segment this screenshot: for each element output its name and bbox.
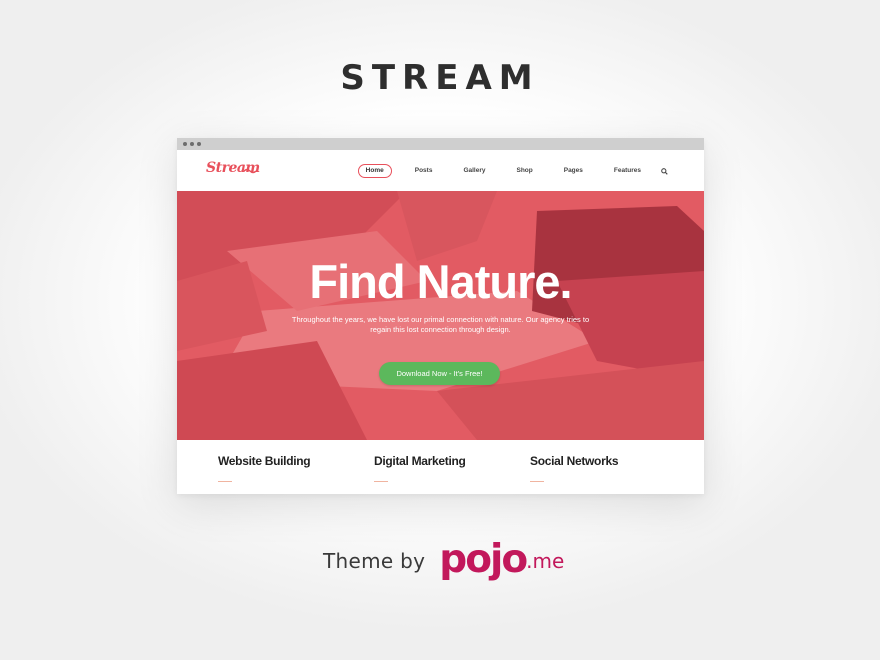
browser-mockup: Stream Home Posts Gallery Shop Pages Fea… bbox=[177, 138, 704, 494]
nav-home[interactable]: Home bbox=[357, 164, 392, 178]
search-icon[interactable] bbox=[661, 167, 668, 175]
hero-description: Throughout the years, we have lost our p… bbox=[291, 315, 590, 334]
credit-text: Theme by bbox=[323, 549, 426, 573]
divider bbox=[530, 481, 544, 482]
nav-shop[interactable]: Shop bbox=[508, 164, 540, 178]
divider bbox=[374, 481, 388, 482]
main-menu: Home Posts Gallery Shop Pages Features bbox=[343, 164, 668, 178]
nav-pages[interactable]: Pages bbox=[556, 164, 591, 178]
pojo-logo-suffix[interactable]: .me bbox=[526, 549, 564, 573]
browser-toolbar bbox=[177, 138, 704, 150]
page-title: STREAM bbox=[340, 58, 540, 98]
window-dot-icon bbox=[190, 142, 194, 146]
feature-title: Social Networks bbox=[530, 454, 619, 468]
site-header: Stream Home Posts Gallery Shop Pages Fea… bbox=[177, 150, 704, 191]
logo-swash-icon bbox=[244, 168, 256, 174]
hero-title: Find Nature. bbox=[309, 255, 572, 308]
feature-title: Digital Marketing bbox=[374, 454, 466, 468]
pojo-logo[interactable]: pojo bbox=[439, 537, 528, 582]
features-section: Website Building Digital Marketing Socia… bbox=[177, 440, 704, 494]
feature-item: Digital Marketing bbox=[374, 454, 466, 482]
divider bbox=[218, 481, 232, 482]
hero-section: Find Nature. Throughout the years, we ha… bbox=[177, 191, 704, 440]
feature-title: Website Building bbox=[218, 454, 311, 468]
feature-item: Website Building bbox=[218, 454, 311, 482]
window-dot-icon bbox=[197, 142, 201, 146]
window-dot-icon bbox=[183, 142, 187, 146]
nav-posts[interactable]: Posts bbox=[407, 164, 441, 178]
download-button[interactable]: Download Now - It's Free! bbox=[379, 362, 500, 385]
nav-gallery[interactable]: Gallery bbox=[455, 164, 493, 178]
theme-credit: Theme by pojo .me bbox=[323, 533, 564, 582]
feature-item: Social Networks bbox=[530, 454, 619, 482]
nav-features[interactable]: Features bbox=[606, 164, 649, 178]
